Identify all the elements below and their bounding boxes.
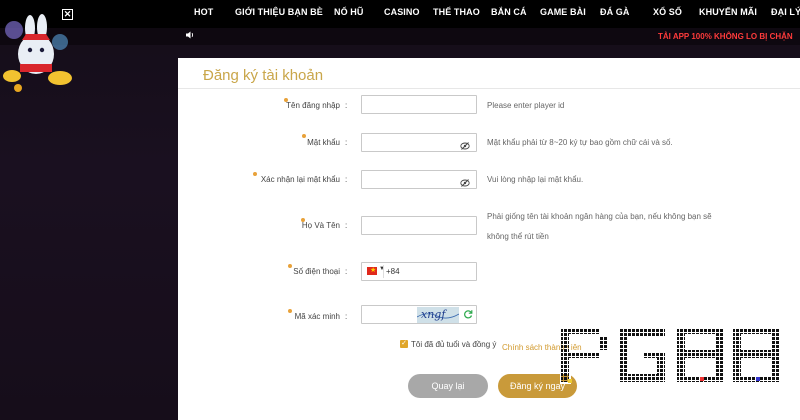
title-divider (178, 88, 800, 89)
colon: : (345, 138, 348, 147)
speaker-icon (186, 31, 195, 41)
back-button[interactable]: Quay lại (408, 374, 488, 398)
username-input[interactable] (361, 95, 477, 114)
username-label: Tên đăng nhập (286, 101, 340, 110)
nav-item-sports[interactable]: THỂ THAO (433, 7, 480, 17)
refresh-icon[interactable] (463, 309, 473, 322)
eye-off-icon[interactable] (460, 138, 470, 150)
full-name-hint-line2: không thể rút tiền (487, 232, 549, 241)
announcement-text: TẢI APP 100% KHÔNG LO BỊ CHẶN (658, 32, 793, 41)
captcha-label: Mã xác minh (294, 312, 340, 321)
confirm-password-input[interactable] (361, 170, 477, 189)
eye-off-icon[interactable] (460, 175, 470, 187)
password-label: Mật khẩu (307, 138, 340, 147)
mascot-image (0, 12, 80, 92)
captcha-input[interactable]: xngf (361, 305, 477, 324)
phone-input[interactable]: ★ ▼ +84 (361, 262, 477, 281)
chevron-down-icon[interactable]: ▼ (379, 266, 385, 272)
divider (383, 265, 384, 278)
phone-country-code: +84 (386, 267, 400, 276)
colon: : (345, 221, 348, 230)
full-name-hint-line1: Phải giống tên tài khoản ngân hàng của b… (487, 212, 712, 221)
nav-item-casino[interactable]: CASINO (384, 7, 420, 17)
colon: : (345, 312, 348, 321)
confirm-password-label: Xác nhận lại mật khẩu (260, 175, 340, 184)
vietnam-flag-icon[interactable]: ★ (367, 267, 377, 275)
pg88-logo (559, 325, 782, 385)
password-hint: Mật khẩu phải từ 8~20 ký tự bao gồm chữ … (487, 138, 673, 147)
announcement-bar: TẢI APP 100% KHÔNG LO BỊ CHẶN (0, 28, 800, 45)
page-title: Đăng ký tài khoản (203, 67, 324, 84)
nav-item-card-games[interactable]: GAME BÀI (540, 7, 586, 17)
colon: : (345, 101, 348, 110)
full-name-input[interactable] (361, 216, 477, 235)
colon: : (345, 175, 348, 184)
nav-item-fishing[interactable]: BẮN CÁ (491, 7, 527, 17)
nav-item-lottery[interactable]: XỔ SỐ (653, 7, 682, 17)
top-navigation-bar: ✕ HOT GIỚI THIỆU BẠN BÈ NỔ HŨ CASINO THỂ… (0, 0, 800, 28)
password-input[interactable] (361, 133, 477, 152)
username-hint: Please enter player id (487, 101, 565, 110)
colon: : (345, 267, 348, 276)
nav-item-agent[interactable]: ĐẠI LÝ (771, 7, 800, 17)
confirm-password-hint: Vui lòng nhập lại mật khẩu. (487, 175, 584, 184)
full-name-label: Họ Và Tên (301, 221, 340, 230)
phone-label: Số điện thoại (293, 267, 340, 276)
required-marker (253, 172, 257, 176)
nav-item-refer-friends[interactable]: GIỚI THIỆU BẠN BÈ (235, 7, 323, 17)
agree-text: Tôi đã đủ tuổi và đồng ý (411, 340, 497, 349)
required-marker (288, 309, 292, 313)
nav-item-promotions[interactable]: KHUYẾN MÃI (699, 7, 757, 17)
required-marker (288, 264, 292, 268)
captcha-text: xngf (421, 308, 446, 321)
nav-item-cockfight[interactable]: ĐÁ GÀ (600, 7, 630, 17)
nav-item-hot[interactable]: HOT (194, 7, 213, 17)
required-marker (302, 134, 306, 138)
agree-checkbox[interactable]: ✓ (400, 340, 408, 348)
captcha-image[interactable]: xngf (417, 307, 459, 323)
nav-item-slots[interactable]: NỔ HŨ (334, 7, 364, 17)
